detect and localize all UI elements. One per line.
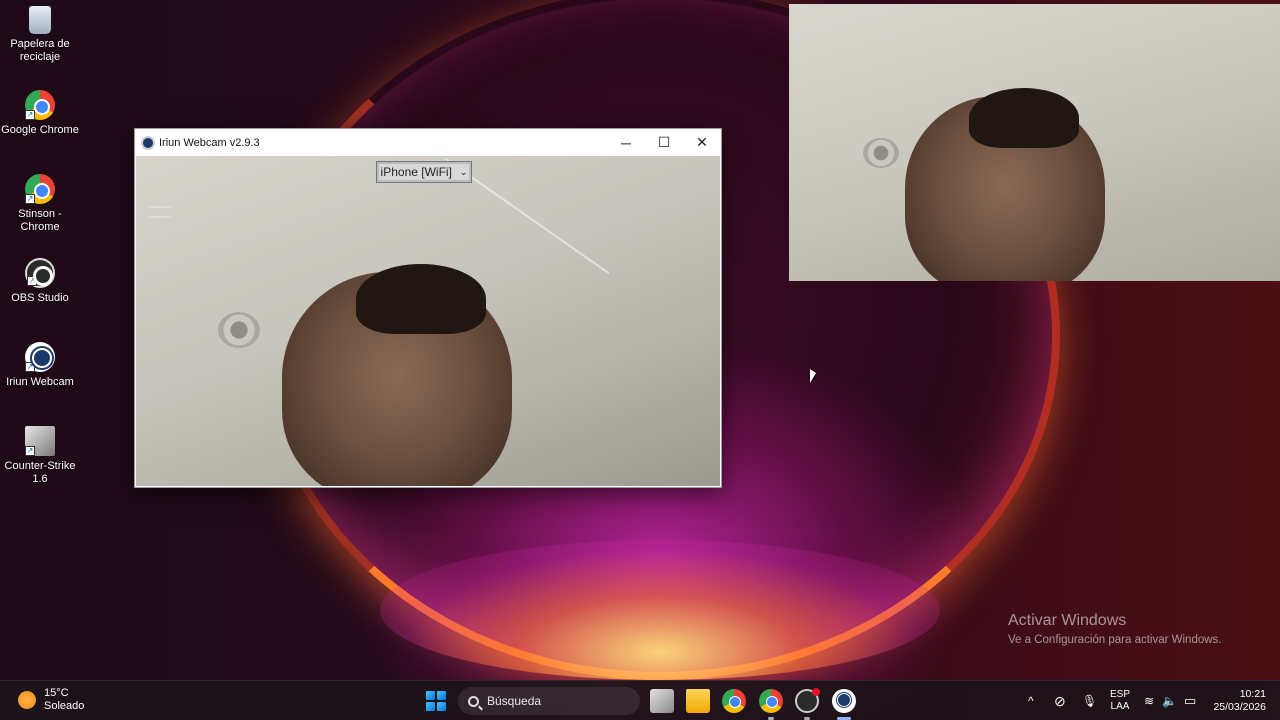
weather-temp: 15°C [44, 687, 69, 699]
taskbar-search[interactable]: Búsqueda [458, 687, 640, 715]
windows-logo-icon [426, 691, 435, 700]
iriun-webcam-window[interactable]: Iriun Webcam v2.9.3 ─ ☐ ✕ iPhone [WiFi] … [134, 128, 722, 488]
obs-icon: ↗ [25, 258, 55, 288]
chrome-profile-icon: ↗ [25, 174, 55, 204]
chevron-up-icon: ^ [1028, 694, 1034, 708]
device-select[interactable]: iPhone [WiFi] ⌄ [376, 161, 472, 183]
iriun-taskbar-icon[interactable] [832, 689, 856, 713]
menu-icon[interactable] [148, 206, 172, 218]
show-hidden-icons-button[interactable]: ^ [1028, 681, 1034, 720]
desktop-icon-label: Iriun Webcam [6, 376, 74, 388]
desktop-icon-label: Papelera de reciclaje [10, 38, 70, 63]
recording-dot-icon [812, 688, 820, 696]
wifi-icon[interactable]: ≋ [1144, 681, 1154, 720]
task-view-icon[interactable] [650, 689, 674, 713]
ceiling-light [218, 312, 260, 348]
iriun-icon: ↗ [25, 342, 55, 372]
camera-off-icon[interactable]: ⊘ [1054, 681, 1066, 720]
activation-title: Activar Windows [1008, 612, 1127, 629]
device-select-value: iPhone [WiFi] [380, 165, 452, 179]
ceiling-light [863, 138, 899, 168]
desktop-icon-counter-strike[interactable]: ↗ Counter-Strike 1.6 [0, 426, 80, 486]
mouse-cursor [810, 369, 816, 383]
clock[interactable]: 10:21 25/03/2026 [1212, 688, 1266, 714]
taskbar: 15°C Soleado Búsqueda ^ ⊘ 🎙 ESP LAA ≋ 🔈 … [0, 680, 1280, 720]
search-placeholder: Búsqueda [487, 694, 542, 708]
camera-feed: iPhone [WiFi] ⌄ [136, 156, 720, 486]
battery-icon[interactable]: ▭ [1184, 681, 1196, 720]
search-icon [468, 695, 479, 707]
language-indicator[interactable]: ESP LAA [1110, 689, 1130, 713]
clock-time: 10:21 [1239, 688, 1266, 700]
desktop-icon-obs-studio[interactable]: ↗ OBS Studio [0, 258, 80, 305]
wallpaper-glow [380, 540, 940, 680]
volume-glyph: 🔈 [1162, 694, 1177, 708]
iriun-app-icon [141, 135, 155, 150]
microphone-icon[interactable]: 🎙 [1082, 681, 1097, 720]
person-hair [356, 264, 486, 334]
desktop-icon-label: Stinson - Chrome [18, 208, 62, 233]
chevron-down-icon: ⌄ [459, 166, 468, 177]
maximize-button[interactable]: ☐ [645, 129, 683, 156]
desktop-icon-label: Counter-Strike 1.6 [4, 460, 76, 485]
window-title: Iriun Webcam v2.9.3 [159, 136, 260, 149]
weather-desc: Soleado [44, 700, 85, 712]
desktop-icon-stinson-chrome[interactable]: ↗ Stinson - Chrome [0, 174, 80, 234]
mic-glyph: 🎙 [1082, 694, 1098, 708]
window-titlebar[interactable]: Iriun Webcam v2.9.3 ─ ☐ ✕ [135, 129, 721, 156]
windows-activation-watermark: Activar Windows Ve a Configuración para … [1008, 612, 1222, 646]
desktop-icon-recycle-bin[interactable]: Papelera de reciclaje [0, 6, 80, 64]
counter-strike-icon: ↗ [25, 426, 55, 456]
language-code: ESP [1110, 689, 1131, 700]
chrome-icon: ↗ [25, 90, 55, 120]
desktop-icon-label: Google Chrome [1, 124, 79, 136]
close-button[interactable]: ✕ [683, 129, 721, 156]
desktop-icon-google-chrome[interactable]: ↗ Google Chrome [0, 90, 80, 137]
activation-subtitle: Ve a Configuración para activar Windows. [1008, 634, 1222, 646]
chrome-taskbar-icon[interactable] [722, 689, 746, 713]
file-explorer-icon[interactable] [686, 689, 710, 713]
recycle-bin-icon [29, 6, 51, 34]
start-button[interactable] [426, 691, 446, 711]
weather-widget[interactable]: 15°C Soleado [18, 687, 84, 713]
keyboard-layout: LAA [1110, 701, 1130, 712]
desktop-icon-iriun-webcam[interactable]: ↗ Iriun Webcam [0, 342, 80, 389]
clock-date: 25/03/2026 [1213, 701, 1266, 713]
sun-icon [18, 691, 36, 709]
wifi-glyph: ≋ [1144, 694, 1155, 708]
minimize-button[interactable]: ─ [607, 129, 645, 156]
person-hair [969, 88, 1079, 148]
obs-taskbar-icon[interactable] [795, 688, 820, 713]
volume-icon[interactable]: 🔈 [1162, 681, 1177, 720]
chrome-profile-taskbar-icon[interactable] [759, 689, 783, 713]
camera-preview-panel [789, 4, 1280, 281]
desktop-icon-label: OBS Studio [11, 292, 69, 304]
